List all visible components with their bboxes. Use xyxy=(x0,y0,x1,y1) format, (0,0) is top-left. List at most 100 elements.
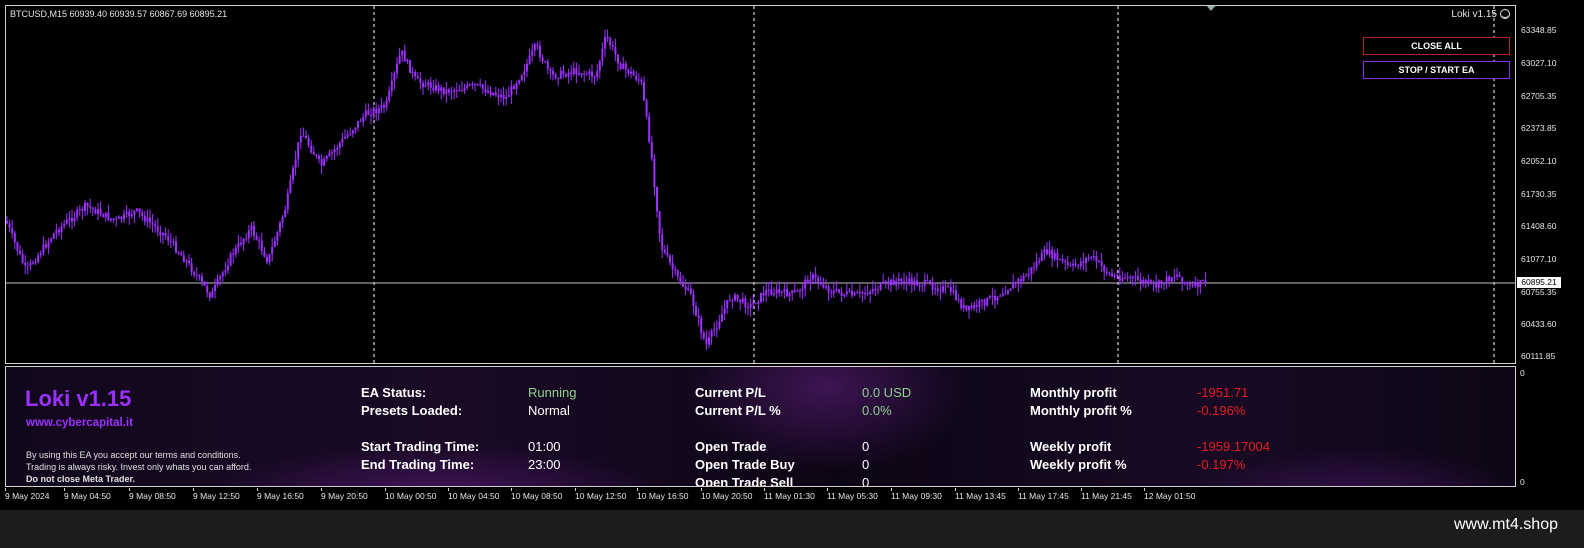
candle-body xyxy=(578,73,580,75)
candle-body xyxy=(1077,265,1080,267)
candle-body xyxy=(887,281,890,285)
time-label: 10 May 00:50 xyxy=(385,491,437,501)
candle-body xyxy=(115,218,118,220)
candle-body xyxy=(1155,283,1158,288)
price-label: 62705.35 xyxy=(1521,91,1557,101)
candle-body xyxy=(437,85,440,91)
candle-body xyxy=(429,82,432,88)
candle-body xyxy=(635,75,638,80)
candle-body xyxy=(1147,280,1150,284)
shift-marker-icon[interactable] xyxy=(1206,6,1216,11)
candle-body xyxy=(565,74,567,77)
field-value: 0 xyxy=(862,457,870,472)
candle-body xyxy=(910,278,913,285)
candle-body xyxy=(442,87,445,94)
candle-body xyxy=(16,242,19,251)
close-all-button[interactable]: CLOSE ALL xyxy=(1363,37,1510,55)
candle-body xyxy=(822,284,825,288)
price-axis[interactable]: 63348.85 63027.10 62705.35 62373.85 62052.10… xyxy=(1516,5,1584,365)
candle-body xyxy=(500,94,502,98)
candle-body xyxy=(552,70,554,75)
candle-body xyxy=(585,73,588,75)
field-label: Start Trading Time: xyxy=(361,439,480,454)
candle-body xyxy=(188,260,190,264)
candle-body xyxy=(143,215,146,222)
candle-body xyxy=(749,303,752,308)
candle-body xyxy=(138,208,141,213)
candle-body xyxy=(359,121,362,123)
candle-body xyxy=(338,143,341,148)
candle-body xyxy=(580,73,583,75)
candle-body xyxy=(375,108,378,114)
candle-body xyxy=(981,299,983,302)
candle-body xyxy=(562,70,565,75)
candle-body xyxy=(1001,293,1004,296)
candle-body xyxy=(1142,280,1145,283)
time-label: 11 May 17:45 xyxy=(1018,491,1069,501)
candle-body xyxy=(871,289,874,292)
candle-body xyxy=(182,255,185,262)
candle-body xyxy=(663,249,666,253)
candle-body xyxy=(146,217,149,222)
candle-body xyxy=(697,315,700,319)
candle-body xyxy=(130,214,133,217)
time-label: 11 May 09:30 xyxy=(891,491,942,501)
candle-body xyxy=(419,78,422,83)
candle-body xyxy=(1150,280,1152,282)
candle-body xyxy=(180,253,183,256)
candle-body xyxy=(929,280,931,283)
time-label: 9 May 2024 xyxy=(5,491,50,501)
candle-body xyxy=(744,298,747,308)
candle-body xyxy=(1191,285,1194,287)
candle-body xyxy=(89,206,92,208)
candle-body xyxy=(344,136,346,139)
candle-body xyxy=(351,130,354,134)
candle-body xyxy=(123,213,125,220)
candle-body xyxy=(583,73,586,75)
candle-body xyxy=(1095,256,1098,262)
candle-body xyxy=(978,301,981,307)
candle-body xyxy=(151,222,154,225)
field-label: Open Trade Buy xyxy=(695,457,795,472)
candle-body xyxy=(190,263,193,273)
candle-body xyxy=(1007,290,1009,294)
candle-body xyxy=(892,279,895,286)
stop-start-ea-button[interactable]: STOP / START EA xyxy=(1363,61,1510,79)
candle-body xyxy=(661,234,664,250)
candle-body xyxy=(136,208,138,211)
candle-body xyxy=(448,89,450,93)
candle-body xyxy=(1199,280,1202,288)
candle-body xyxy=(890,279,892,285)
candle-body xyxy=(1038,261,1041,263)
candle-body xyxy=(692,293,695,306)
dashboard-url[interactable]: www.cybercapital.it xyxy=(26,417,133,429)
candle-body xyxy=(1053,253,1056,259)
field-label: Monthly profit % xyxy=(1030,403,1132,418)
candle-body xyxy=(65,219,68,224)
candle-body xyxy=(1012,282,1015,289)
candle-body xyxy=(492,92,495,96)
watermark: www.mt4.shop xyxy=(1453,516,1558,533)
candle-body xyxy=(279,222,281,232)
disclaimer-line-3: Do not close Meta Trader. xyxy=(26,474,136,484)
candle-body xyxy=(240,242,242,245)
candle-body xyxy=(554,74,557,79)
price-label: 63027.10 xyxy=(1521,58,1557,68)
candle-body xyxy=(154,224,157,227)
candle-body xyxy=(323,158,326,166)
candle-body xyxy=(1040,253,1043,262)
price-chart[interactable]: BTCUSD,M15 60939.40 60939.57 60867.69 60… xyxy=(5,5,1516,364)
time-axis[interactable]: 9 May 2024 9 May 04:50 9 May 08:50 9 May 12… xyxy=(5,488,1516,506)
time-label: 12 May 01:50 xyxy=(1144,491,1196,501)
candle-body xyxy=(986,297,989,306)
price-label: 61408.60 xyxy=(1521,221,1557,231)
candle-body xyxy=(416,76,419,79)
candle-body xyxy=(840,292,843,296)
candle-body xyxy=(544,61,547,63)
candle-body xyxy=(68,218,71,220)
time-label: 9 May 12:50 xyxy=(193,491,240,501)
candle-body xyxy=(656,187,658,212)
field-value: Running xyxy=(528,385,577,400)
candle-body xyxy=(1090,257,1093,259)
candle-body xyxy=(1186,282,1189,285)
